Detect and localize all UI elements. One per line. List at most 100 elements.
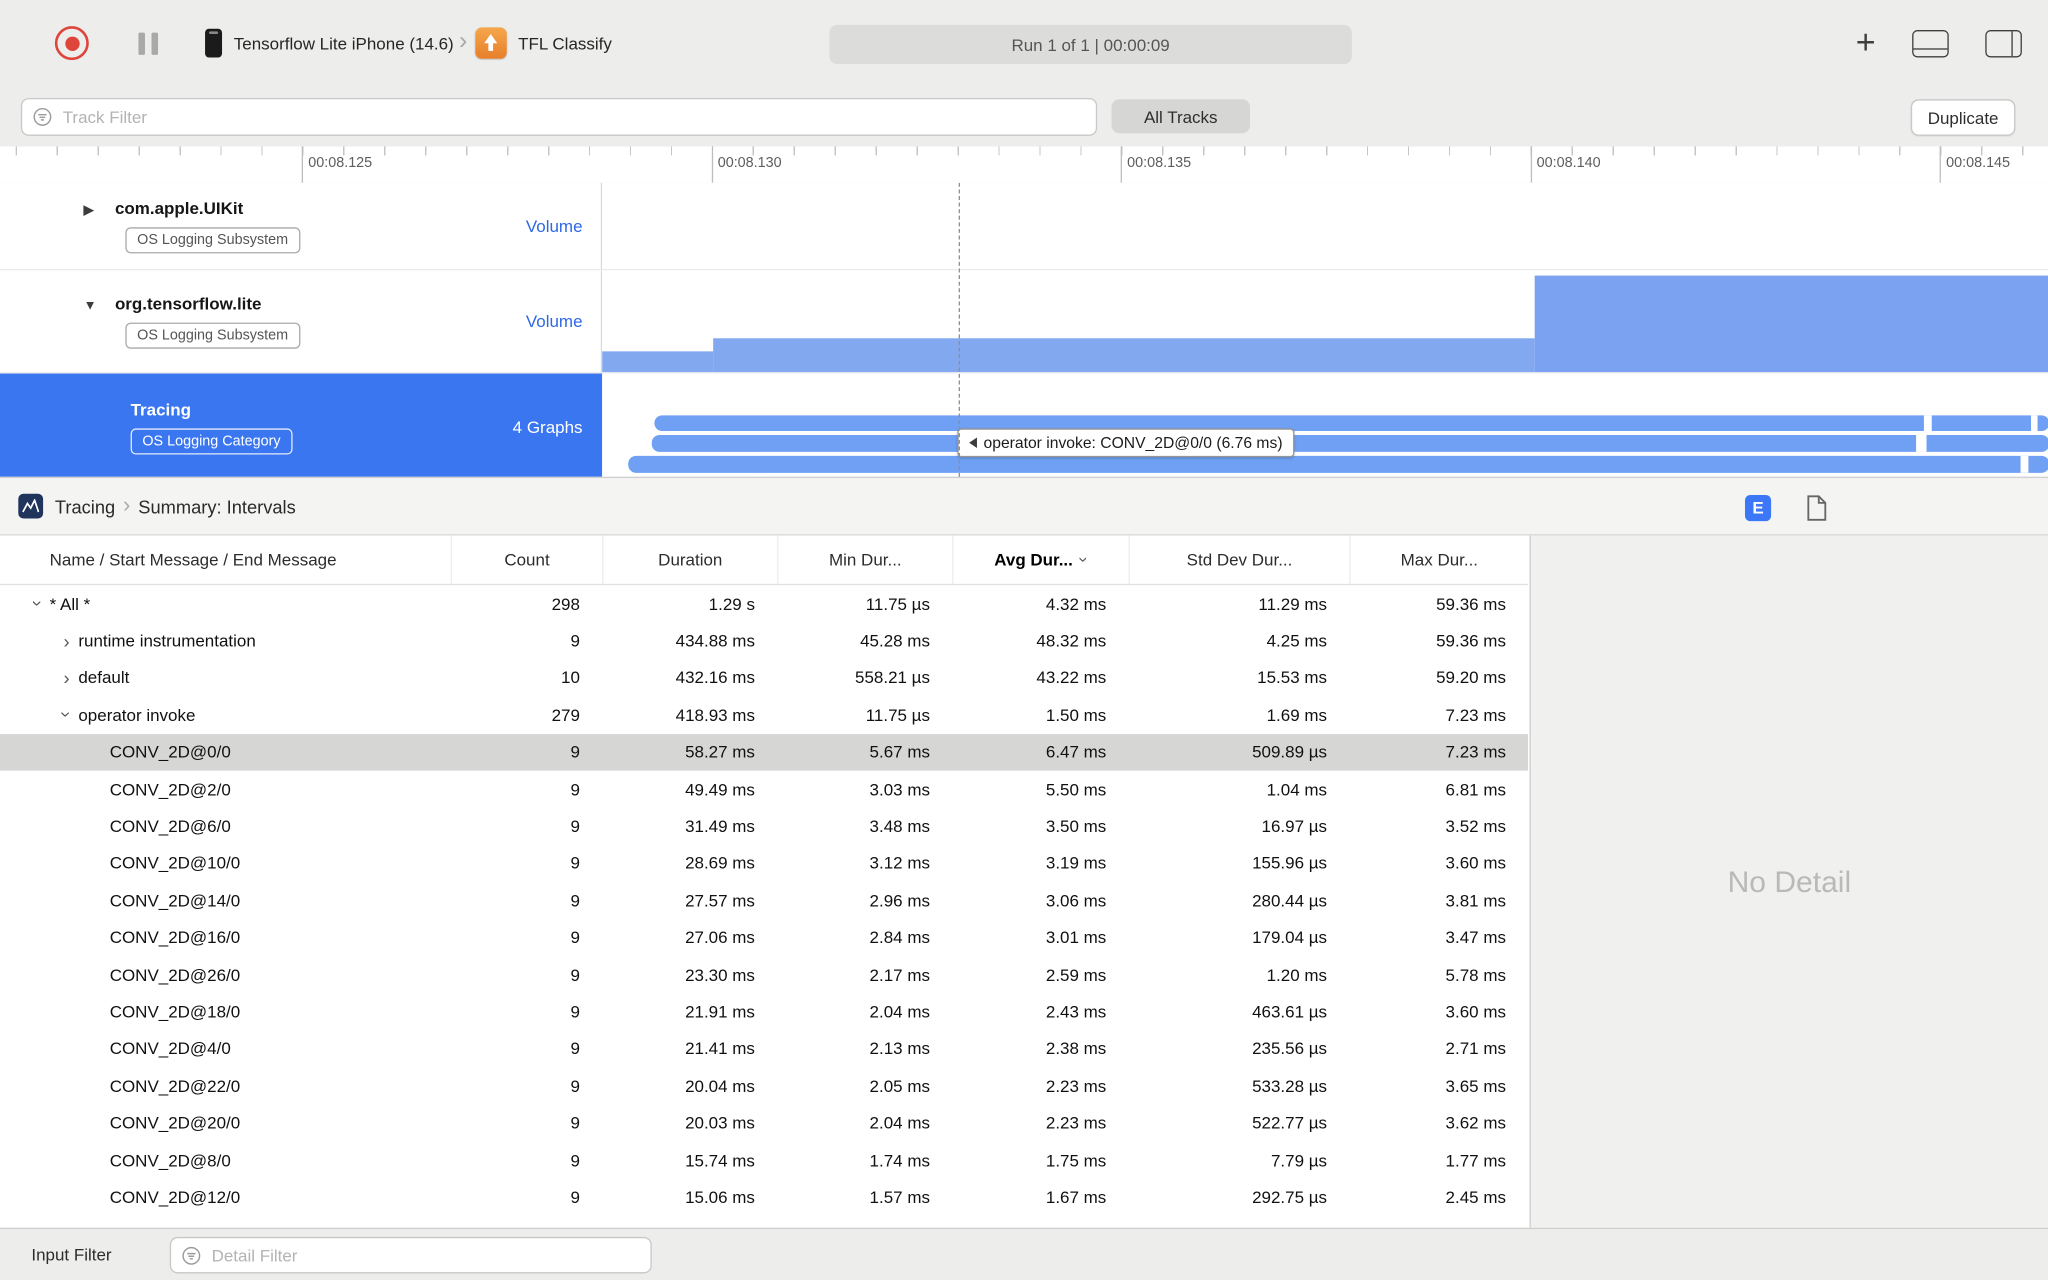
chevron-down-icon[interactable]: › (27, 593, 48, 614)
toggle-bottom-pane-button[interactable] (1912, 29, 1949, 57)
row-count-cell: 10 (561, 668, 580, 688)
volume-bar-segment (713, 338, 1535, 373)
app-icon (475, 27, 507, 59)
breadcrumb-root[interactable]: Tracing (55, 496, 115, 517)
track-content-uikit[interactable] (602, 182, 2048, 270)
input-filter-label[interactable]: Input Filter (31, 1229, 111, 1280)
row-stddev-cell: 179.04 µs (1252, 927, 1328, 948)
row-min-cell: 3.48 ms (869, 816, 930, 836)
table-row[interactable]: CONV_2D@2/0 9 49.49 ms 3.03 ms 5.50 ms 1.04 m… (0, 771, 1528, 808)
detail-panel: No Detail (1529, 535, 2048, 1228)
row-max-cell: 3.60 ms (1445, 1001, 1506, 1022)
add-instrument-button[interactable]: + (1856, 25, 1876, 59)
disclosure-expanded-icon[interactable]: ▼ (84, 296, 97, 316)
detail-filter-field[interactable] (169, 1236, 652, 1274)
column-header-name[interactable]: Name / Start Message / End Message (0, 536, 451, 584)
interval-bar[interactable] (628, 455, 2048, 473)
bottom-bar: Input Filter (0, 1227, 2048, 1280)
table-row[interactable]: CONV_2D@8/0 9 15.74 ms 1.74 ms 1.75 ms 7.79 µ… (0, 1141, 1528, 1178)
table-row[interactable]: CONV_2D@10/0 9 28.69 ms 3.12 ms 3.19 ms 155.9… (0, 845, 1528, 882)
table-row[interactable]: CONV_2D@12/0 9 15.06 ms 1.57 ms 1.67 ms 292.7… (0, 1178, 1528, 1215)
row-name-cell: › default (0, 667, 451, 688)
no-detail-text: No Detail (1727, 864, 1852, 898)
detail-header: Tracing › Summary: Intervals E (0, 476, 2048, 536)
interval-bar[interactable] (651, 434, 2048, 452)
playhead[interactable] (958, 182, 960, 477)
row-duration-cell: 23.30 ms (685, 964, 755, 985)
row-min-cell: 3.03 ms (869, 779, 930, 799)
column-header-min[interactable]: Min Dur... (777, 535, 952, 584)
row-count-cell: 9 (570, 853, 580, 874)
track-filter-input[interactable] (60, 97, 1096, 136)
row-count-cell: 9 (570, 779, 580, 799)
row-min-cell: 1.74 ms (869, 1150, 930, 1170)
detail-filter-input[interactable] (208, 1236, 651, 1274)
row-stddev-cell: 509.89 µs (1252, 742, 1328, 762)
track-row-uikit[interactable]: ▶ com.apple.UIKit OS Logging Subsystem Vo… (0, 182, 2048, 271)
table-row[interactable]: CONV_2D@26/0 9 23.30 ms 2.17 ms 2.59 ms 1.20 … (0, 956, 1528, 993)
table-row[interactable]: CONV_2D@4/0 9 21.41 ms 2.13 ms 2.38 ms 235.56… (0, 1030, 1528, 1067)
timeline-ruler[interactable]: 00:08.125 00:08.130 00:08.135 00:08.140 00:0… (0, 146, 2048, 185)
chevron-right-icon[interactable]: › (55, 630, 79, 651)
column-header-stddev[interactable]: Std Dev Dur... (1128, 535, 1349, 584)
column-header-max[interactable]: Max Dur... (1349, 535, 1528, 584)
track-name: com.apple.UIKit (114, 198, 244, 219)
column-header-count[interactable]: Count (450, 535, 603, 584)
row-max-cell: 6.81 ms (1445, 779, 1506, 799)
disclosure-collapsed-icon[interactable]: ▶ (84, 201, 94, 221)
document-icon[interactable] (1806, 494, 1827, 521)
row-stddev-cell: 463.61 µs (1252, 1001, 1328, 1022)
app-selector[interactable]: TFL Classify (475, 27, 612, 59)
extended-detail-button[interactable]: E (1744, 494, 1772, 521)
row-count-cell: 9 (570, 1113, 580, 1133)
chevron-down-icon[interactable]: › (56, 704, 77, 725)
table-row[interactable]: CONV_2D@20/0 9 20.03 ms 2.04 ms 2.23 ms 522.7… (0, 1104, 1528, 1141)
table-row[interactable]: › runtime instrumentation 9 434.88 ms 45.28 … (0, 622, 1528, 659)
table-row[interactable]: CONV_2D@18/0 9 21.91 ms 2.04 ms 2.43 ms 463.6… (0, 993, 1528, 1030)
all-tracks-button[interactable]: All Tracks (1111, 99, 1250, 134)
row-max-cell: 3.62 ms (1445, 1113, 1506, 1133)
interval-bar[interactable] (654, 415, 2048, 432)
toggle-right-pane-button[interactable] (1985, 29, 2022, 57)
row-count-cell: 9 (570, 890, 580, 911)
row-count-cell: 9 (570, 630, 580, 651)
volume-bar-segment (602, 351, 714, 373)
tracing-instrument-icon (18, 493, 44, 519)
track-lane-label: 4 Graphs (512, 416, 583, 437)
table-row[interactable]: CONV_2D@22/0 9 20.04 ms 2.05 ms 2.23 ms 533.2… (0, 1067, 1528, 1104)
table-row[interactable]: CONV_2D@0/0 9 58.27 ms 5.67 ms 6.47 ms 509.89… (0, 733, 1529, 771)
table-row[interactable]: CONV_2D@6/0 9 31.49 ms 3.48 ms 3.50 ms 16.97 … (0, 808, 1528, 845)
row-stddev-cell: 292.75 µs (1252, 1187, 1328, 1207)
table-row[interactable]: › operator invoke 279 418.93 ms 11.75 µs 1.50… (0, 696, 1528, 733)
record-button[interactable] (54, 26, 89, 61)
filter-icon (182, 1246, 201, 1265)
track-row-tensorflow[interactable]: ▼ org.tensorflow.lite OS Logging Subsyste… (0, 270, 2048, 374)
row-name-cell: CONV_2D@2/0 (109, 779, 231, 799)
track-header-tracing[interactable]: Tracing OS Logging Category 4 Graphs (0, 373, 603, 480)
chevron-right-icon[interactable]: › (55, 667, 79, 688)
track-content-tracing[interactable]: operator invoke: CONV_2D@0/0 (6.76 ms) (602, 373, 2048, 480)
target-selector[interactable]: Tensorflow Lite iPhone (14.6) (205, 28, 454, 58)
row-count-cell: 9 (570, 1150, 580, 1170)
row-avg-cell: 43.22 ms (1036, 668, 1107, 688)
table-row[interactable]: CONV_2D@14/0 9 27.57 ms 2.96 ms 3.06 ms 280.4… (0, 882, 1528, 919)
table-row[interactable]: CONV_2D@16/0 9 27.06 ms 2.84 ms 3.01 ms 179.0… (0, 919, 1528, 956)
breadcrumb-page[interactable]: Summary: Intervals (138, 496, 296, 517)
iphone-device-icon (205, 28, 223, 58)
column-header-duration[interactable]: Duration (602, 535, 777, 584)
row-duration-cell: 21.41 ms (685, 1038, 755, 1059)
track-filter-field[interactable] (20, 97, 1098, 136)
track-header-tensorflow[interactable]: ▼ org.tensorflow.lite OS Logging Subsyste… (0, 270, 603, 373)
table-row[interactable]: › default 10 432.16 ms 558.21 µs 43.22 ms 15.5… (0, 659, 1528, 696)
row-stddev-cell: 155.96 µs (1252, 853, 1328, 874)
column-header-avg[interactable]: Avg Dur... › (952, 535, 1128, 584)
track-row-tracing[interactable]: Tracing OS Logging Category 4 Graphs ope… (0, 373, 2048, 481)
row-count-cell: 9 (570, 1075, 580, 1096)
track-header-uikit[interactable]: ▶ com.apple.UIKit OS Logging Subsystem Vo… (0, 182, 603, 270)
interval-tooltip: operator invoke: CONV_2D@0/0 (6.76 ms) (957, 428, 1295, 458)
pause-button[interactable] (138, 32, 159, 55)
duplicate-button[interactable]: Duplicate (1910, 99, 2016, 136)
row-duration-cell: 432.16 ms (675, 668, 755, 688)
table-row[interactable]: › * All * 298 1.29 s 11.75 µs 4.32 ms 11.29 ms… (0, 585, 1528, 622)
track-content-tensorflow[interactable] (602, 270, 2048, 373)
